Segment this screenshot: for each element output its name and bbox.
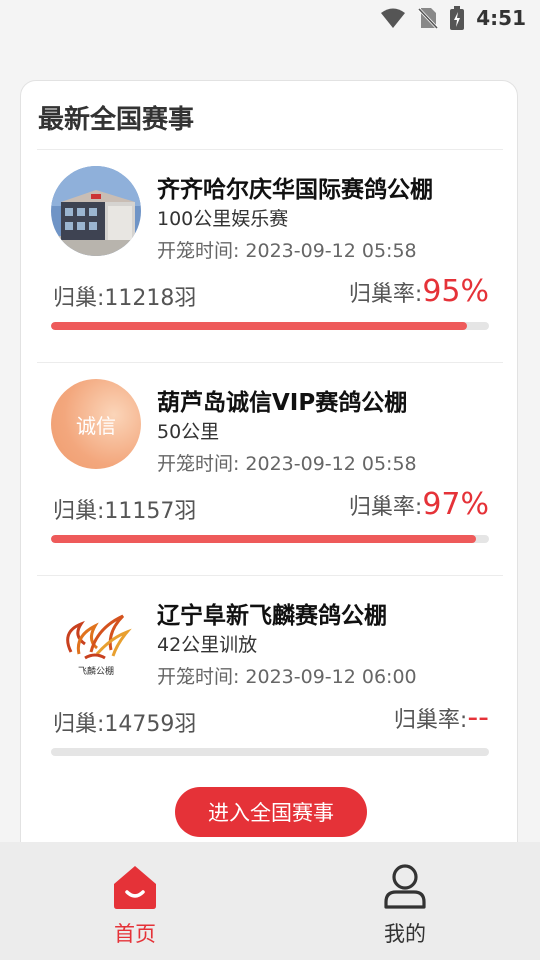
wifi-icon bbox=[381, 8, 406, 28]
home-icon bbox=[114, 866, 156, 909]
return-rate-value: 97% bbox=[422, 487, 489, 522]
open-time-value: 2023-09-12 05:58 bbox=[245, 453, 417, 475]
tab-home[interactable]: 首页 bbox=[0, 842, 270, 960]
race-item[interactable]: 飞麟公棚 辽宁阜新飞麟赛鸽公棚 42公里训放 开笼时间: 2023-09-12 0… bbox=[21, 576, 517, 788]
race-avatar-chengxin: 诚信 bbox=[51, 379, 141, 469]
enter-national-races-button[interactable]: 进入全国赛事 bbox=[175, 787, 367, 837]
race-name: 辽宁阜新飞麟赛鸽公棚 bbox=[157, 603, 387, 629]
open-time-label: 开笼时间: bbox=[157, 666, 240, 688]
open-time-value: 2023-09-12 06:00 bbox=[245, 666, 417, 688]
return-progress-bar bbox=[51, 748, 489, 756]
return-rate-label: 归巢率: bbox=[393, 708, 468, 733]
latest-races-card: 最新全国赛事 齐齐哈尔庆华国际赛鸽公棚 100公里娱乐赛 开笼时间: 2023-… bbox=[20, 80, 518, 880]
race-distance: 50公里 bbox=[157, 421, 220, 443]
return-count: 归巢:11218羽 bbox=[53, 280, 196, 312]
battery-charging-icon bbox=[450, 6, 465, 30]
section-title: 最新全国赛事 bbox=[38, 105, 195, 135]
race-open-time: 开笼时间: 2023-09-12 05:58 bbox=[157, 449, 417, 476]
status-bar: 4:51 bbox=[0, 0, 540, 36]
return-count-label: 归巢: bbox=[53, 499, 105, 524]
race-avatar-photo bbox=[51, 166, 141, 256]
open-time-label: 开笼时间: bbox=[157, 240, 240, 262]
return-count-label: 归巢: bbox=[53, 286, 105, 311]
building-image bbox=[51, 166, 141, 256]
return-rate: 归巢率: 97% bbox=[349, 487, 489, 522]
race-item[interactable]: 诚信 葫芦岛诚信VIP赛鸽公棚 50公里 开笼时间: 2023-09-12 05:… bbox=[21, 363, 517, 575]
return-rate-label: 归巢率: bbox=[348, 282, 423, 307]
return-count-value: 14759羽 bbox=[104, 712, 197, 737]
race-open-time: 开笼时间: 2023-09-12 06:00 bbox=[157, 662, 417, 689]
return-progress-bar bbox=[51, 535, 489, 543]
return-count-value: 11157羽 bbox=[104, 499, 197, 524]
race-distance: 100公里娱乐赛 bbox=[157, 208, 289, 230]
return-count: 归巢:11157羽 bbox=[53, 493, 196, 525]
race-item[interactable]: 齐齐哈尔庆华国际赛鸽公棚 100公里娱乐赛 开笼时间: 2023-09-12 05… bbox=[21, 150, 517, 362]
return-rate-value: 95% bbox=[422, 274, 489, 309]
open-time-label: 开笼时间: bbox=[157, 453, 240, 475]
return-rate: 归巢率: -- bbox=[394, 700, 489, 735]
return-progress-bar bbox=[51, 322, 489, 330]
return-count: 归巢:14759羽 bbox=[53, 706, 196, 738]
user-icon bbox=[384, 864, 426, 909]
race-avatar-logo: 飞麟公棚 bbox=[51, 592, 141, 682]
no-sim-icon bbox=[418, 7, 439, 30]
logo-text: 飞麟公棚 bbox=[78, 665, 114, 677]
return-rate-label: 归巢率: bbox=[348, 495, 423, 520]
return-rate: 归巢率: 95% bbox=[349, 274, 489, 309]
return-rate-value: -- bbox=[467, 700, 489, 735]
race-name: 齐齐哈尔庆华国际赛鸽公棚 bbox=[157, 177, 433, 203]
phoenix-logo-icon: 飞麟公棚 bbox=[66, 614, 132, 677]
return-progress-fill bbox=[51, 535, 476, 543]
status-time: 4:51 bbox=[476, 6, 526, 30]
tab-mine-label: 我的 bbox=[384, 922, 426, 946]
tab-home-label: 首页 bbox=[114, 922, 156, 946]
race-name: 葫芦岛诚信VIP赛鸽公棚 bbox=[157, 390, 408, 416]
status-icons: 4:51 bbox=[380, 6, 526, 30]
tab-mine[interactable]: 我的 bbox=[270, 842, 540, 960]
return-progress-fill bbox=[51, 322, 468, 330]
open-time-value: 2023-09-12 05:58 bbox=[245, 240, 417, 262]
bottom-tab-bar: 首页 我的 bbox=[0, 842, 540, 960]
race-distance: 42公里训放 bbox=[157, 634, 258, 656]
race-open-time: 开笼时间: 2023-09-12 05:58 bbox=[157, 236, 417, 263]
return-count-value: 11218羽 bbox=[104, 286, 197, 311]
return-count-label: 归巢: bbox=[53, 712, 105, 737]
